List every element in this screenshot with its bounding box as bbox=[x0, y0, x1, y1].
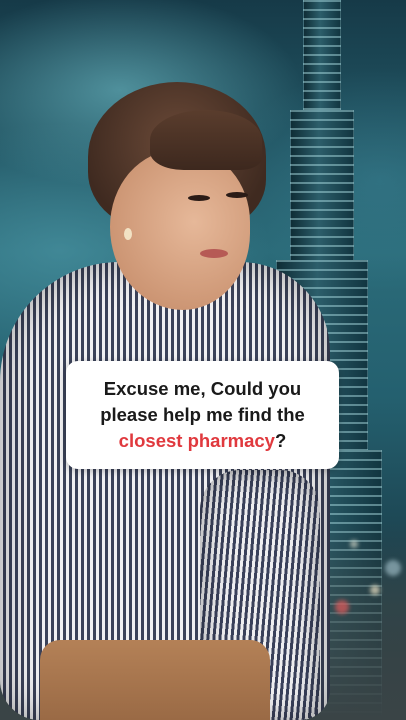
hair-bangs bbox=[150, 110, 262, 170]
caption-highlight: closest pharmacy bbox=[118, 430, 275, 451]
caption-line-2: please help me find the bbox=[100, 404, 305, 425]
earring bbox=[124, 228, 132, 240]
left-eye bbox=[188, 195, 210, 201]
caption-text: Excuse me, Could you please help me find… bbox=[100, 376, 305, 454]
woman-figure bbox=[0, 0, 406, 720]
right-eye bbox=[226, 192, 248, 198]
caption-line-1: Excuse me, Could you bbox=[103, 378, 302, 399]
caption-suffix: ? bbox=[274, 430, 287, 451]
lips bbox=[200, 249, 228, 258]
speech-caption: Excuse me, Could you please help me find… bbox=[66, 361, 339, 469]
trousers bbox=[40, 640, 270, 720]
